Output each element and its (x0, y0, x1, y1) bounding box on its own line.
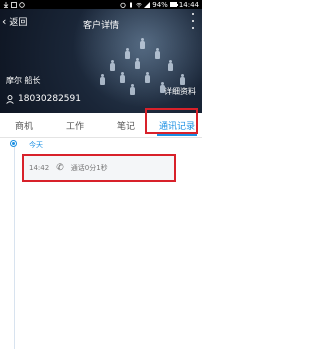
download-icon (3, 1, 9, 8)
tab-work[interactable]: 工作 (55, 113, 95, 137)
record-duration: 通话0分1秒 (70, 164, 108, 172)
tab-highlight-box (145, 108, 198, 134)
battery-percent: 94% (152, 0, 168, 9)
tab-notes[interactable]: 笔记 (106, 113, 146, 137)
alarm-icon (120, 2, 126, 8)
more-menu-icon[interactable] (190, 13, 196, 29)
record-time: 14:42 (29, 164, 50, 172)
timeline-line (14, 143, 15, 349)
notification-icon (11, 1, 17, 8)
tab-opportunity[interactable]: 商机 (0, 113, 48, 137)
call-record-timeline: 今天 14:42 ✆ 通话0分1秒 (0, 138, 202, 351)
app-icon (19, 1, 25, 8)
status-bar: 94% 14:44 (0, 0, 202, 9)
call-record-item[interactable]: 14:42 ✆ 通话0分1秒 (22, 154, 176, 182)
status-left-icons (3, 0, 25, 9)
page-title: 客户详情 (82, 21, 119, 31)
status-time: 14:44 (178, 0, 199, 9)
active-tab-indicator (157, 134, 197, 136)
phone-icon: ✆ (56, 163, 64, 173)
person-icon (6, 94, 14, 104)
vibrate-icon (130, 2, 133, 7)
day-label: 今天 (29, 141, 43, 149)
customer-name: 摩尔 船长 (6, 76, 41, 85)
detail-link[interactable]: 详细资料 (164, 86, 196, 97)
customer-phone-row: 18030282591 (6, 94, 81, 104)
status-right-icons: 94% 14:44 (120, 0, 199, 9)
timeline-dot-icon (10, 140, 17, 147)
battery-icon (169, 2, 178, 7)
customer-phone[interactable]: 18030282591 (18, 94, 81, 104)
top-bar: ‹ 返回 客户详情 (0, 9, 202, 34)
wifi-icon (136, 2, 142, 7)
signal-icon (144, 1, 151, 8)
